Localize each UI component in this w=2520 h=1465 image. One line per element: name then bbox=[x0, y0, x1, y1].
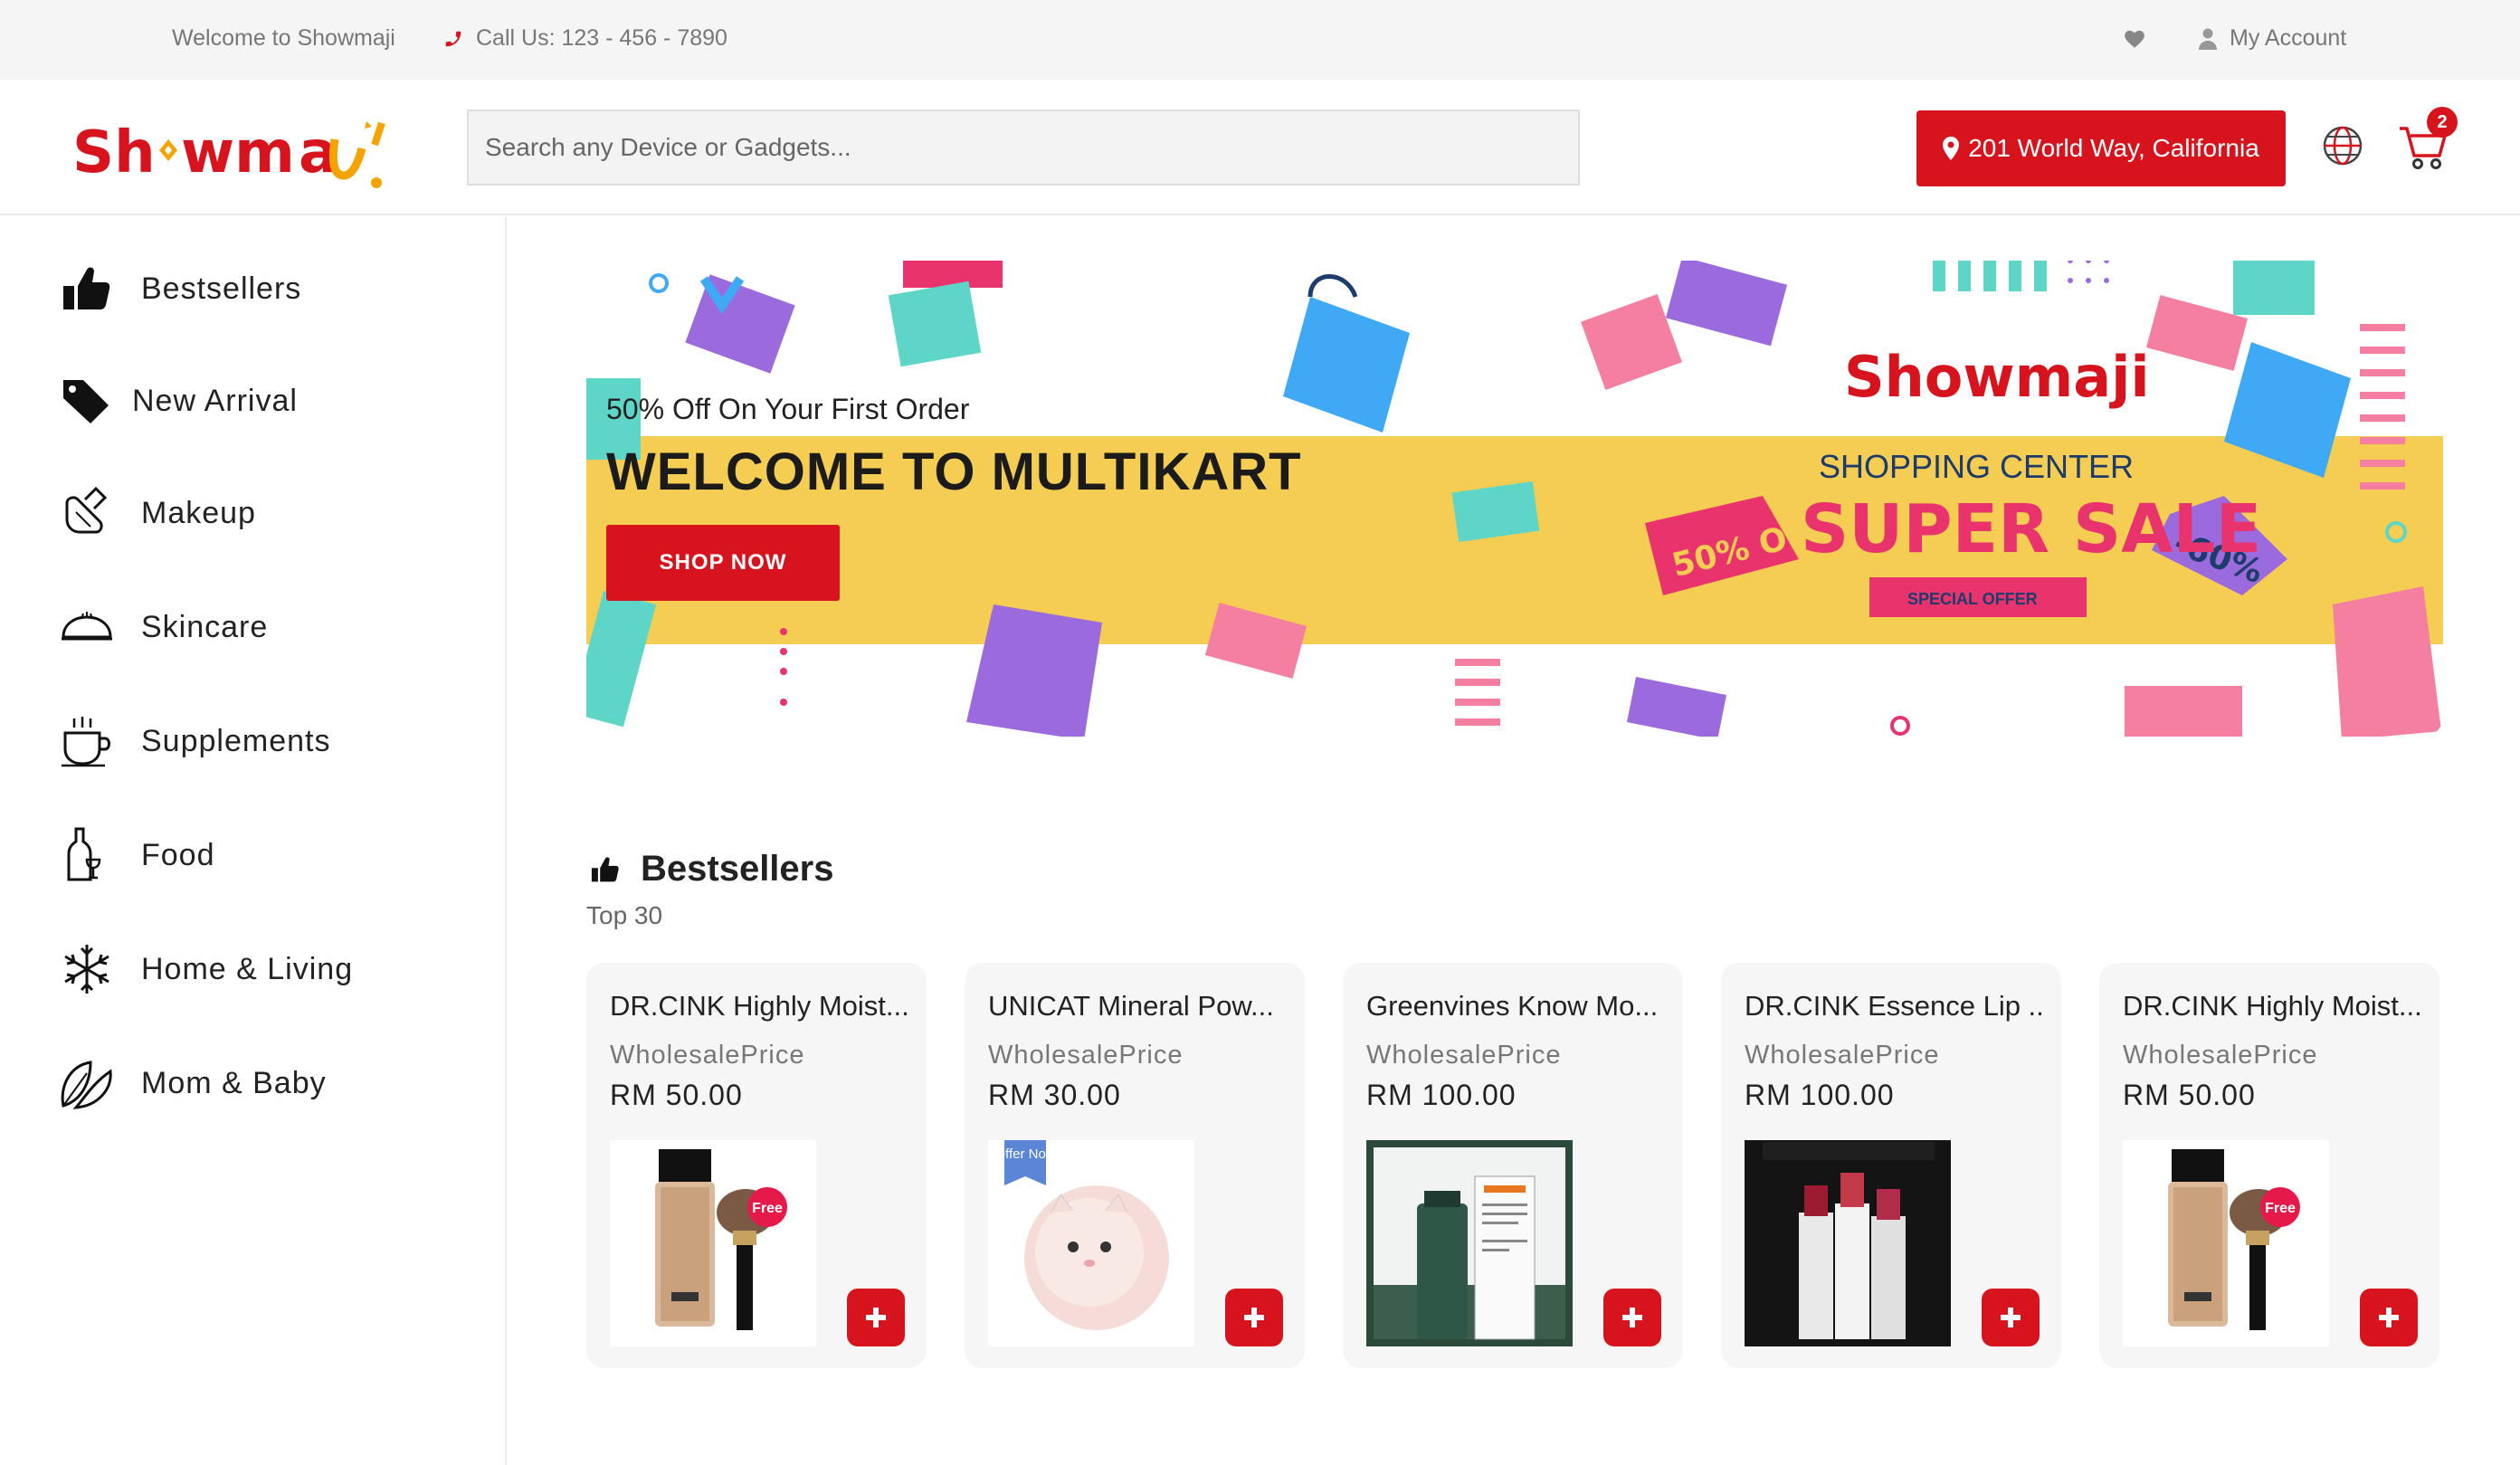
thumbs-up-icon bbox=[591, 856, 619, 881]
plus-icon bbox=[866, 1308, 886, 1327]
main-header: Sh wm a 201 World Way, California 2 bbox=[0, 80, 2520, 215]
my-account-link[interactable]: My Account bbox=[2199, 25, 2346, 52]
sidebar-item-label: Home & Living bbox=[141, 951, 354, 986]
product-image[interactable] bbox=[1366, 1140, 1573, 1346]
product-card[interactable]: DR.CINK Highly Moist... WholesalePrice R… bbox=[586, 963, 927, 1368]
product-price-label: WholesalePrice bbox=[988, 1041, 1184, 1070]
search-input[interactable] bbox=[467, 109, 1580, 186]
product-image[interactable]: Offer Now bbox=[988, 1140, 1194, 1346]
free-badge: Free bbox=[752, 1201, 783, 1216]
showmaji-logo[interactable]: Sh wm a bbox=[72, 112, 398, 194]
bottle-icon bbox=[67, 827, 101, 881]
sidebar-item-skincare[interactable]: Skincare bbox=[60, 595, 268, 659]
phone-icon bbox=[445, 31, 461, 46]
section-title: Bestsellers bbox=[588, 849, 833, 889]
makeup-icon bbox=[65, 486, 108, 534]
cart-count-badge: 2 bbox=[2427, 107, 2458, 138]
product-card[interactable]: Greenvines Know Mo... WholesalePrice RM … bbox=[1343, 963, 1683, 1368]
cup-icon bbox=[62, 717, 110, 767]
add-to-cart-button[interactable] bbox=[2360, 1289, 2418, 1346]
section-subtitle: Top 30 bbox=[586, 901, 663, 929]
svg-text:wm: wm bbox=[181, 119, 295, 186]
sidebar-item-label: New Arrival bbox=[132, 383, 298, 418]
product-price-label: WholesalePrice bbox=[1745, 1041, 1940, 1070]
leaf-icon bbox=[61, 1061, 112, 1109]
product-image[interactable]: Free bbox=[610, 1140, 816, 1346]
location-label: 201 World Way, California bbox=[1968, 134, 2259, 162]
product-card[interactable]: DR.CINK Essence Lip ... WholesalePrice R… bbox=[1721, 963, 2061, 1368]
sidebar-item-label: Bestsellers bbox=[141, 271, 302, 306]
shop-now-button[interactable]: SHOP NOW bbox=[606, 525, 840, 601]
banner-sale: SUPER SALE bbox=[1801, 490, 2261, 568]
svg-text:Sh: Sh bbox=[72, 119, 156, 186]
welcome-text: Welcome to Showmaji bbox=[172, 25, 395, 51]
globe-icon[interactable] bbox=[2322, 125, 2363, 166]
location-button[interactable]: 201 World Way, California bbox=[1916, 110, 2286, 186]
add-to-cart-button[interactable] bbox=[1603, 1289, 1661, 1346]
product-card[interactable]: UNICAT Mineral Pow... WholesalePrice RM … bbox=[965, 963, 1305, 1368]
product-price: RM 50.00 bbox=[610, 1079, 743, 1111]
plus-icon bbox=[1622, 1308, 1642, 1327]
product-name[interactable]: Greenvines Know Mo... bbox=[1366, 990, 1665, 1023]
pin-icon bbox=[1943, 137, 1960, 160]
product-name[interactable]: DR.CINK Highly Moist... bbox=[2123, 990, 2421, 1023]
add-to-cart-button[interactable] bbox=[1225, 1289, 1283, 1346]
snowflake-icon bbox=[64, 945, 109, 994]
banner-brand: Showmaji bbox=[1844, 344, 2150, 410]
product-price: RM 30.00 bbox=[988, 1079, 1121, 1111]
user-icon bbox=[2199, 28, 2217, 50]
sidebar-item-label: Skincare bbox=[141, 609, 269, 644]
heart-icon[interactable] bbox=[2123, 27, 2146, 49]
category-sidebar: Bestsellers New Arrival Makeup Skincare … bbox=[0, 217, 507, 1465]
product-price-label: WholesalePrice bbox=[2123, 1041, 2318, 1070]
banner-title: WELCOME TO MULTIKART bbox=[606, 442, 1302, 501]
promo-banner[interactable]: 50% OFF -60% Showmaji SHOPPING CENTER SU… bbox=[586, 261, 2443, 737]
product-price-label: WholesalePrice bbox=[610, 1041, 805, 1070]
skincare-icon bbox=[62, 612, 112, 641]
gift-box-icon bbox=[685, 274, 795, 374]
product-card[interactable]: DR.CINK Highly Moist... WholesalePrice R… bbox=[2099, 963, 2439, 1368]
product-price-label: WholesalePrice bbox=[1366, 1041, 1562, 1070]
product-price: RM 100.00 bbox=[1366, 1079, 1517, 1111]
thumbs-up-icon bbox=[63, 267, 110, 309]
tag-icon bbox=[63, 380, 109, 423]
product-image[interactable]: Free bbox=[2123, 1140, 2329, 1346]
sidebar-item-label: Supplements bbox=[141, 723, 331, 758]
section-title-text: Bestsellers bbox=[641, 849, 834, 889]
product-price: RM 50.00 bbox=[2123, 1079, 2256, 1111]
add-to-cart-button[interactable] bbox=[1982, 1289, 2040, 1346]
sidebar-item-new-arrival[interactable]: New Arrival bbox=[60, 369, 298, 433]
sidebar-item-label: Mom & Baby bbox=[141, 1065, 327, 1100]
sidebar-item-food[interactable]: Food bbox=[60, 823, 215, 887]
sidebar-item-label: Makeup bbox=[141, 495, 256, 530]
product-name[interactable]: UNICAT Mineral Pow... bbox=[988, 990, 1287, 1023]
sidebar-item-makeup[interactable]: Makeup bbox=[60, 481, 256, 545]
plus-icon bbox=[2379, 1308, 2399, 1327]
product-name[interactable]: DR.CINK Essence Lip ... bbox=[1745, 990, 2043, 1023]
my-account-label: My Account bbox=[2230, 25, 2347, 51]
product-name[interactable]: DR.CINK Highly Moist... bbox=[610, 990, 908, 1023]
add-to-cart-button[interactable] bbox=[847, 1289, 905, 1346]
banner-special: SPECIAL OFFER bbox=[1907, 590, 2038, 608]
free-badge: Free bbox=[2265, 1201, 2296, 1216]
plus-icon bbox=[2001, 1308, 2021, 1327]
banner-center-title: SHOPPING CENTER bbox=[1819, 448, 2134, 485]
sidebar-item-supplements[interactable]: Supplements bbox=[60, 709, 330, 773]
sidebar-item-bestsellers[interactable]: Bestsellers bbox=[60, 257, 301, 320]
plus-icon bbox=[1244, 1308, 1264, 1327]
banner-subtitle: 50% Off On Your First Order bbox=[606, 393, 970, 425]
sidebar-item-label: Food bbox=[141, 837, 215, 872]
call-us[interactable]: Call Us: 123 - 456 - 7890 bbox=[443, 25, 727, 52]
product-price: RM 100.00 bbox=[1745, 1079, 1895, 1111]
offer-badge: Offer Now bbox=[994, 1146, 1055, 1162]
product-image[interactable] bbox=[1745, 1140, 1951, 1346]
top-bar: Welcome to Showmaji Call Us: 123 - 456 -… bbox=[0, 0, 2520, 80]
call-us-text: Call Us: 123 - 456 - 7890 bbox=[476, 25, 727, 51]
sidebar-item-mom-baby[interactable]: Mom & Baby bbox=[60, 1051, 327, 1115]
sidebar-item-home-living[interactable]: Home & Living bbox=[60, 937, 353, 1001]
